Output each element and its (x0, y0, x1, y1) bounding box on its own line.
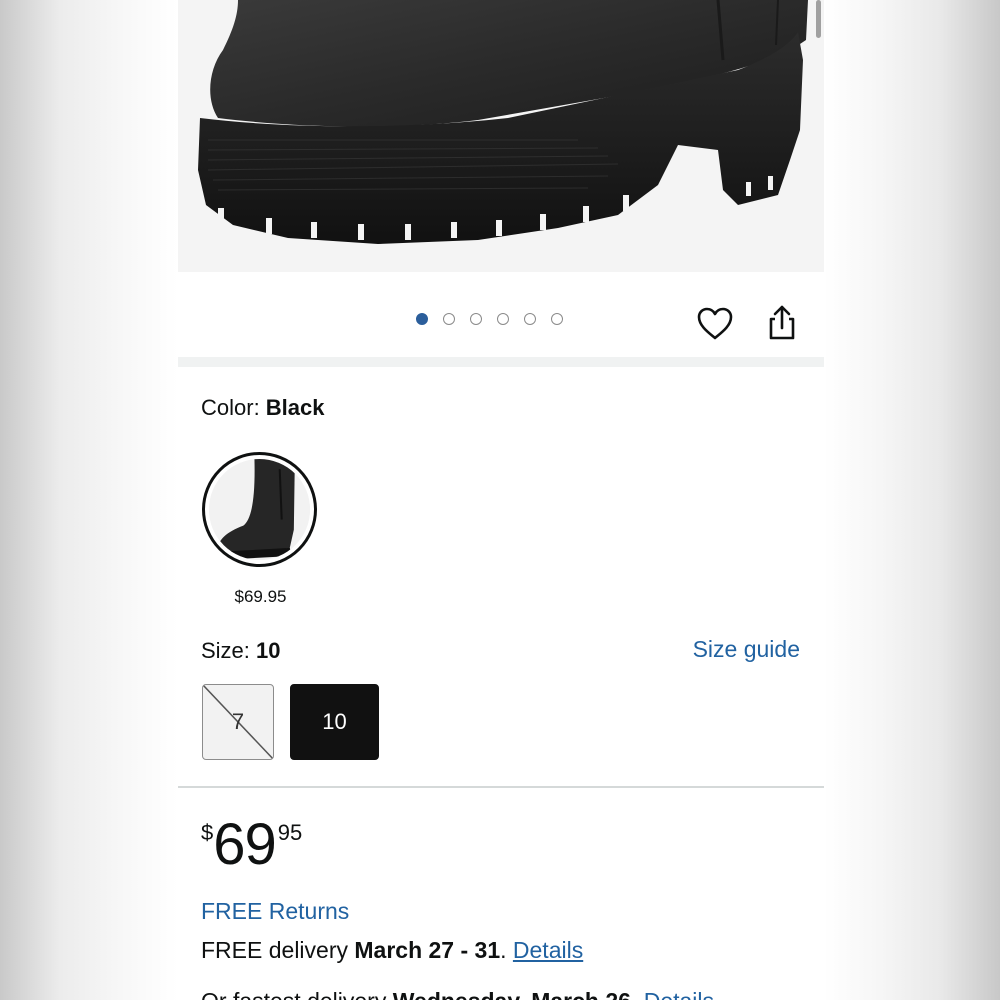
size-option-label: 7 (231, 709, 245, 734)
carousel-dot[interactable] (443, 313, 455, 325)
price-fraction: 95 (277, 820, 303, 845)
product-image[interactable] (178, 0, 824, 272)
size-guide-link[interactable]: Size guide (693, 636, 800, 663)
delivery-details-link[interactable]: Details (513, 937, 583, 963)
fastest-delivery-date: Wednesday, March 26 (393, 988, 631, 1000)
color-label: Color: Black (201, 395, 325, 420)
carousel-dot[interactable] (416, 313, 428, 325)
delivery-dates: March 27 - 31 (354, 937, 501, 963)
swatch-thumbnail (209, 459, 310, 560)
size-value: 10 (256, 638, 281, 663)
size-option-10[interactable]: 10 (290, 684, 379, 760)
carousel-dot[interactable] (524, 313, 536, 325)
color-value: Black (265, 395, 325, 420)
product-page: Color: Black $69.95 Size: 10 Size guide … (178, 0, 824, 1000)
section-divider (178, 357, 824, 367)
carousel-dot[interactable] (551, 313, 563, 325)
price: $ 69 95 (201, 812, 302, 874)
fastest-delivery-info: Or fastest delivery Wednesday, March 26.… (201, 988, 714, 1000)
heart-icon (697, 307, 733, 340)
size-option-label: 10 (322, 709, 347, 734)
section-divider (178, 786, 824, 788)
carousel-dot[interactable] (497, 313, 509, 325)
color-swatch-black[interactable] (202, 452, 317, 567)
price-symbol: $ (201, 820, 214, 845)
carousel-dot[interactable] (470, 313, 482, 325)
delivery-info: FREE delivery March 27 - 31. Details (201, 937, 584, 963)
scrollbar[interactable] (816, 0, 821, 38)
price-whole: 69 (213, 812, 277, 877)
size-label: Size: 10 (201, 638, 281, 663)
fastest-details-link[interactable]: Details (644, 988, 714, 1000)
free-returns-link[interactable]: FREE Returns (201, 898, 349, 925)
share-icon (769, 305, 795, 340)
boot-image (178, 0, 824, 272)
swatch-price: $69.95 (234, 587, 287, 606)
share-button[interactable] (762, 302, 802, 342)
size-option-7[interactable]: 7 (202, 684, 274, 760)
wishlist-button[interactable] (695, 304, 735, 344)
carousel-dots (416, 313, 563, 329)
